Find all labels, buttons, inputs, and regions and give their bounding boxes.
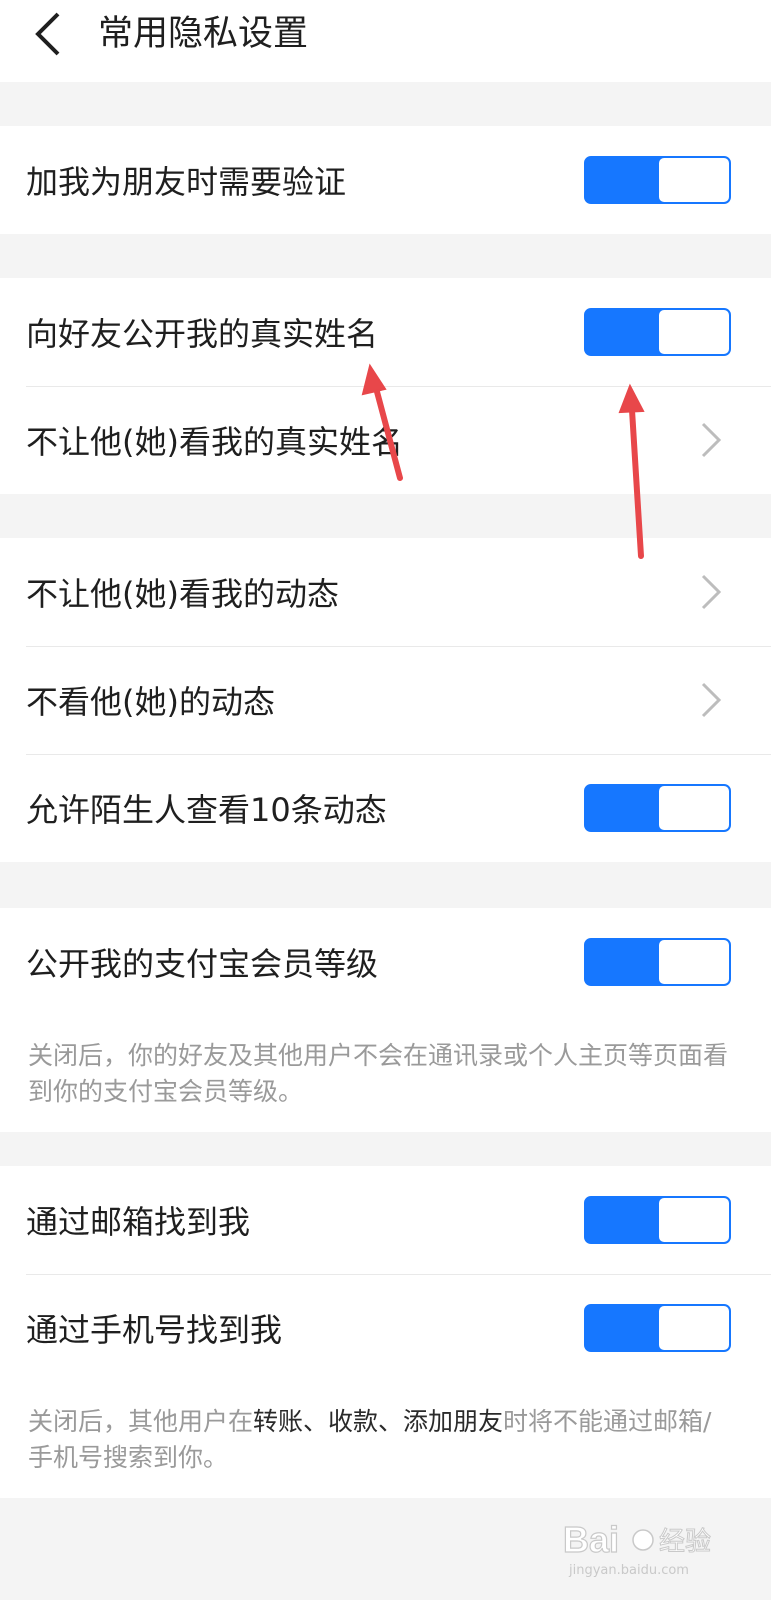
row-label: 通过手机号找到我 [26,1311,283,1349]
find-by-email-toggle[interactable] [584,1196,731,1244]
toggle-knob [659,310,729,354]
toggle-knob [659,158,729,202]
stranger-moments-toggle[interactable] [584,784,731,832]
row-dont-view-moments[interactable]: 不看他(她)的动态 [0,646,771,754]
toggle-knob [659,1306,729,1350]
toggle-knob [659,940,729,984]
row-label: 不看他(她)的动态 [26,683,275,721]
row-label: 向好友公开我的真实姓名 [26,315,379,353]
group-real-name: 向好友公开我的真实姓名 不让他(她)看我的真实姓名 [0,278,771,494]
row-label: 不让他(她)看我的真实姓名 [26,423,403,461]
show-real-name-toggle[interactable] [584,308,731,356]
note-highlight: 转账、收款、添加朋友 [253,1407,504,1436]
page-title: 常用隐私设置 [98,14,309,54]
row-show-real-name: 向好友公开我的真实姓名 [0,278,771,386]
chevron-right-icon [701,574,722,610]
header-bar: 常用隐私设置 [0,0,771,82]
note-text: 关闭后，其他用户在 [28,1407,254,1436]
row-label: 不让他(她)看我的动态 [26,575,339,613]
show-member-level-toggle[interactable] [584,938,731,986]
row-show-member-level: 公开我的支付宝会员等级 [0,908,771,1016]
row-find-by-phone: 通过手机号找到我 [0,1274,771,1382]
find-by-phone-toggle[interactable] [584,1304,731,1352]
row-label: 公开我的支付宝会员等级 [26,945,379,983]
row-require-verification: 加我为朋友时需要验证 [0,126,771,234]
row-stranger-moments: 允许陌生人查看10条动态 [0,754,771,862]
row-label: 允许陌生人查看10条动态 [26,791,387,829]
require-verification-toggle[interactable] [584,156,731,204]
row-find-by-email: 通过邮箱找到我 [0,1166,771,1274]
group-member-level: 公开我的支付宝会员等级 关闭后，你的好友及其他用户不会在通讯录或个人主页等页面看… [0,908,771,1132]
baidu-watermark: Bai 经验 jingyan.baidu.com [562,1518,711,1578]
row-label: 通过邮箱找到我 [26,1203,251,1241]
group-find-me: 通过邮箱找到我 通过手机号找到我 关闭后，其他用户在转账、收款、添加朋友时将不能… [0,1166,771,1498]
toggle-knob [659,786,729,830]
privacy-settings-screen: 常用隐私设置 加我为朋友时需要验证 向好友公开我的真实姓名 不让他(她)看我的真… [0,0,771,1600]
row-label: 加我为朋友时需要验证 [26,163,347,201]
row-hide-real-name-from[interactable]: 不让他(她)看我的真实姓名 [0,386,771,494]
svg-text:Bai: Bai [563,1519,619,1560]
chevron-right-icon [701,422,722,458]
group-moments: 不让他(她)看我的动态 不看他(她)的动态 允许陌生人查看10条动态 [0,538,771,862]
chevron-right-icon [701,682,722,718]
group-friend-verification: 加我为朋友时需要验证 [0,126,771,234]
svg-text:经验: 经验 [659,1527,711,1557]
member-level-note: 关闭后，你的好友及其他用户不会在通讯录或个人主页等页面看到你的支付宝会员等级。 [28,1041,729,1106]
find-me-note: 关闭后，其他用户在转账、收款、添加朋友时将不能通过邮箱/手机号搜索到你。 [0,1382,771,1498]
chevron-left-icon[interactable] [24,10,74,60]
toggle-knob [659,1198,729,1242]
svg-text:jingyan.baidu.com: jingyan.baidu.com [568,1563,689,1578]
row-hide-moments-from[interactable]: 不让他(她)看我的动态 [0,538,771,646]
